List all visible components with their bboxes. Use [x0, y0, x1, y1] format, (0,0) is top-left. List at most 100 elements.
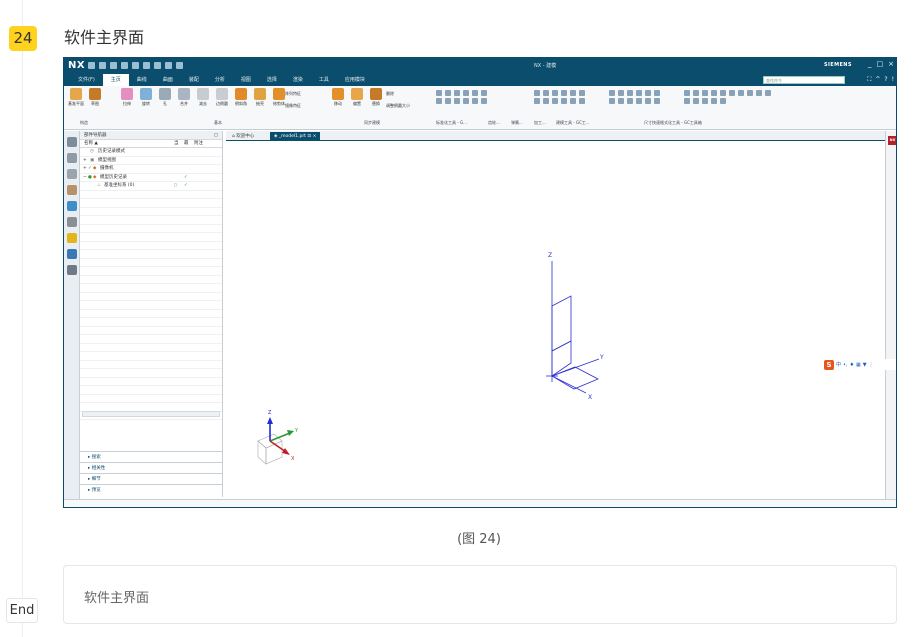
- nx-badge[interactable]: NX: [888, 136, 896, 145]
- tool-icon[interactable]: [463, 98, 469, 104]
- resize-blend-button[interactable]: 调整倒圆大小: [386, 103, 410, 109]
- tool-icon[interactable]: [720, 90, 726, 96]
- tool-icon[interactable]: [436, 98, 442, 104]
- horizontal-scrollbar[interactable]: [82, 411, 220, 417]
- cut-icon[interactable]: [121, 62, 128, 69]
- tool-icon[interactable]: [445, 98, 451, 104]
- col-latest[interactable]: 最: [184, 140, 189, 148]
- undo-icon[interactable]: [99, 62, 106, 69]
- tool-icon[interactable]: [570, 98, 576, 104]
- tool-icon[interactable]: [561, 98, 567, 104]
- tool-icon[interactable]: [654, 98, 660, 104]
- ribbon-button[interactable]: 拉伸: [119, 88, 135, 107]
- tool-icon[interactable]: [570, 90, 576, 96]
- tool-icon[interactable]: [711, 98, 717, 104]
- expand-icon[interactable]: +: [83, 165, 87, 173]
- tree-row[interactable]: ◷ 历史记录模式: [80, 148, 222, 157]
- tool-icon[interactable]: [552, 98, 558, 104]
- tool-icon[interactable]: [609, 98, 615, 104]
- info-icon[interactable]: !: [892, 76, 894, 84]
- tool-icon[interactable]: [454, 90, 460, 96]
- tool-icon[interactable]: [561, 90, 567, 96]
- tool-icon[interactable]: [747, 90, 753, 96]
- copy-icon[interactable]: [132, 62, 139, 69]
- ribbon-button[interactable]: 孔: [157, 88, 173, 107]
- process-studio-icon[interactable]: [66, 233, 77, 243]
- navigator-menu-icon[interactable]: ▢: [214, 131, 218, 140]
- ribbon-button[interactable]: 草图: [87, 88, 103, 107]
- tree-row[interactable]: + ✓ ◆ 摄像机: [80, 165, 222, 174]
- pattern-feature-button[interactable]: 阵列特征: [285, 91, 301, 97]
- maximize-button[interactable]: □: [877, 60, 884, 68]
- menu-item[interactable]: 渲染: [285, 74, 311, 86]
- expand-icon[interactable]: +: [83, 157, 87, 165]
- settings-icon[interactable]: [66, 137, 77, 147]
- collapse-ribbon-icon[interactable]: ^: [875, 76, 880, 84]
- tool-icon[interactable]: [481, 98, 487, 104]
- delete-face-button[interactable]: 删除: [386, 91, 410, 97]
- tool-icon[interactable]: [534, 98, 540, 104]
- more-icon[interactable]: ⋮: [869, 362, 874, 368]
- tool-icon[interactable]: [693, 90, 699, 96]
- save-icon[interactable]: [88, 62, 95, 69]
- tool-icon[interactable]: [711, 90, 717, 96]
- history-icon[interactable]: [66, 217, 77, 227]
- system-scene-icon[interactable]: [66, 265, 77, 275]
- tool-icon[interactable]: [702, 90, 708, 96]
- tool-icon[interactable]: [543, 98, 549, 104]
- tool-icon[interactable]: [693, 98, 699, 104]
- window-icon[interactable]: [176, 62, 183, 69]
- tool-icon[interactable]: [729, 90, 735, 96]
- tab-model1[interactable]: ◈ _model1.prt ⊡ ×: [270, 132, 321, 141]
- tool-icon[interactable]: [481, 90, 487, 96]
- tool-icon[interactable]: [684, 98, 690, 104]
- ribbon-button[interactable]: 旋转: [138, 88, 154, 107]
- tree-row[interactable]: + ▣ 模型视图: [80, 157, 222, 165]
- tool-icon[interactable]: [618, 98, 624, 104]
- roles-icon[interactable]: [66, 249, 77, 259]
- microphone-icon[interactable]: ♦: [850, 362, 854, 368]
- command-search-input[interactable]: 查找命令: [763, 76, 845, 84]
- tool-icon[interactable]: [472, 98, 478, 104]
- tool-icon[interactable]: [636, 98, 642, 104]
- menu-item[interactable]: 曲线: [129, 74, 155, 86]
- section-dependencies[interactable]: ▸ 相关性: [80, 462, 223, 473]
- menu-item[interactable]: 曲面: [155, 74, 181, 86]
- section-search[interactable]: ▸ 搜索: [80, 451, 223, 462]
- col-name[interactable]: 名称 ▲: [84, 140, 98, 148]
- tool-icon[interactable]: [436, 90, 442, 96]
- tool-icon[interactable]: [454, 98, 460, 104]
- tool-icon[interactable]: [645, 90, 651, 96]
- tool-icon[interactable]: [445, 90, 451, 96]
- help-icon[interactable]: ?: [884, 76, 887, 84]
- tool-icon[interactable]: [765, 90, 771, 96]
- keyboard-icon[interactable]: ▦: [856, 362, 861, 368]
- tab-welcome[interactable]: ⌂ 欢迎中心: [228, 132, 258, 141]
- tool-icon[interactable]: [636, 90, 642, 96]
- ribbon-button[interactable]: 边倒圆: [214, 88, 230, 107]
- web-browser-icon[interactable]: [66, 201, 77, 211]
- tree-row[interactable]: − ● ◆ 模型历史记录 ✓: [80, 174, 222, 182]
- tool-icon[interactable]: [609, 90, 615, 96]
- tool-icon[interactable]: [654, 90, 660, 96]
- tool-icon[interactable]: [720, 98, 726, 104]
- punctuation-icon[interactable]: •,: [843, 362, 848, 368]
- ribbon-button[interactable]: 倒斜角: [233, 88, 249, 107]
- fullscreen-icon[interactable]: ⛶: [867, 76, 871, 84]
- constraint-navigator-icon[interactable]: [66, 169, 77, 179]
- tool-icon[interactable]: [472, 90, 478, 96]
- menu-item[interactable]: 文件(F): [70, 74, 103, 86]
- ribbon-button[interactable]: 抽壳: [252, 88, 268, 107]
- tool-icon[interactable]: [627, 90, 633, 96]
- ribbon-button[interactable]: 移动: [330, 88, 346, 107]
- close-button[interactable]: ×: [888, 60, 894, 68]
- col-current[interactable]: 当: [174, 140, 179, 148]
- ribbon-button[interactable]: 替换: [368, 88, 384, 107]
- menu-item[interactable]: 视图: [233, 74, 259, 86]
- paste-icon[interactable]: [143, 62, 150, 69]
- tool-icon[interactable]: [552, 90, 558, 96]
- col-notes[interactable]: 附注: [194, 140, 203, 148]
- section-preview[interactable]: ▸ 预览: [80, 484, 223, 495]
- menu-item[interactable]: 应用模块: [337, 74, 373, 86]
- ime-toolbar[interactable]: S 中 •, ♦ ▦ ▼ ⋮: [822, 359, 896, 370]
